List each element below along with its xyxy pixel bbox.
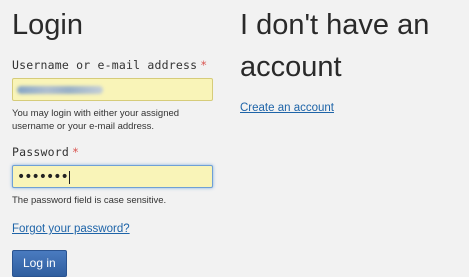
create-account-link[interactable]: Create an account [240, 102, 334, 114]
text-caret [68, 171, 70, 185]
password-required-mark: * [72, 145, 80, 159]
username-required-mark: * [200, 58, 208, 72]
login-button[interactable]: Log in [12, 250, 67, 277]
password-input[interactable]: ••••••• [12, 165, 213, 188]
password-help: The password field is case sensitive. [12, 195, 167, 206]
username-obscured-value [17, 86, 103, 94]
password-label-text: Password [12, 145, 69, 159]
username-label-text: Username or e-mail address [12, 58, 198, 72]
username-help: You may login with either your assigned … [12, 108, 180, 132]
login-column: Login Username or e-mail address * You ma… [12, 0, 227, 277]
no-account-heading: I don't have an account [240, 9, 430, 83]
username-label: Username or e-mail address * [12, 58, 227, 72]
login-heading: Login [12, 9, 83, 41]
username-input[interactable] [12, 78, 213, 101]
password-label: Password * [12, 145, 227, 159]
forgot-password-link[interactable]: Forgot your password? [12, 223, 130, 235]
password-masked-value: ••••••• [17, 169, 69, 185]
register-column: I don't have an account Create an accoun… [240, 0, 465, 115]
